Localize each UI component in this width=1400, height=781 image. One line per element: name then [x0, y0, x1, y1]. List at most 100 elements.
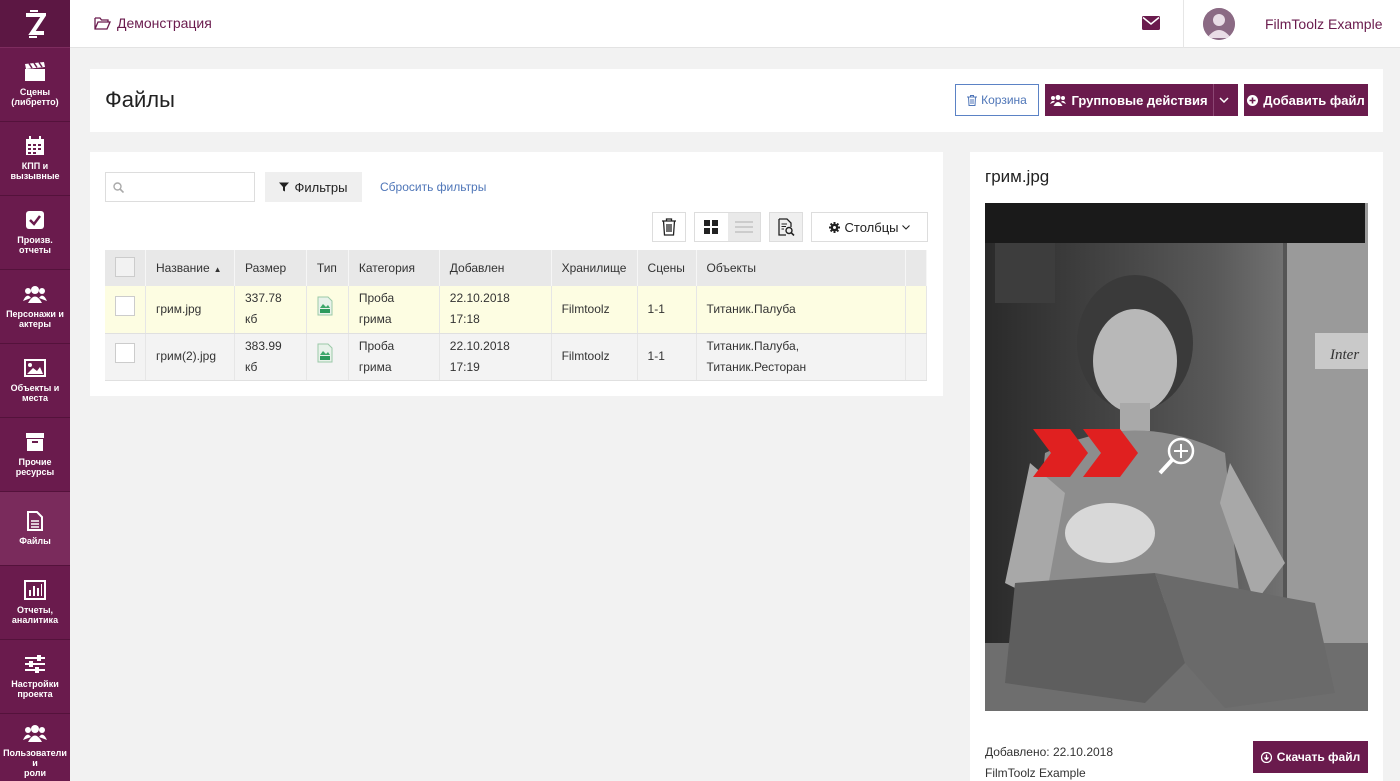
check-square-icon	[26, 211, 44, 229]
search-icon	[113, 182, 124, 193]
sidebar-item-label: Файлы	[19, 536, 51, 546]
column-header-extra	[905, 250, 928, 286]
sidebar-item-objects[interactable]: Объекты и места	[0, 344, 70, 418]
sort-asc-icon: ▲	[213, 265, 222, 274]
sidebar-item-label: Настройки проекта	[11, 679, 59, 699]
sidebar-item-label: Отчеты, аналитика	[11, 605, 59, 625]
sidebar-item-reports-prod[interactable]: Произв. отчеты	[0, 196, 70, 270]
file-preview-panel: грим.jpg Inter Добавлено: 22.10.2018 Fil…	[970, 152, 1383, 781]
sidebar-item-label: Пользователи и роли	[3, 748, 67, 778]
file-objects: Титаник.Палуба	[696, 286, 906, 334]
sidebar-item-label: Персонажи и актеры	[6, 309, 64, 329]
preview-image[interactable]: Inter	[985, 203, 1368, 711]
van-lettering: Inter	[1329, 347, 1359, 363]
column-header-added[interactable]: Добавлен	[439, 250, 552, 286]
column-header-storage[interactable]: Хранилище	[551, 250, 638, 286]
file-size: 337.78 кб	[234, 286, 307, 334]
sidebar-item-files[interactable]: Файлы	[0, 492, 70, 566]
folder-open-icon	[94, 17, 111, 30]
page-header: Файлы Корзина Групповые действия Добавит…	[90, 69, 1383, 132]
user-name[interactable]: FilmToolz Example	[1265, 16, 1382, 32]
column-header-category[interactable]: Категория	[348, 250, 440, 286]
columns-label: Столбцы	[844, 219, 899, 235]
columns-button[interactable]: Столбцы	[811, 212, 928, 242]
file-storage: Filmtoolz	[551, 333, 638, 381]
add-file-button[interactable]: Добавить файл	[1244, 84, 1368, 116]
column-header-name[interactable]: Название ▲	[145, 250, 235, 286]
sidebar-item-kpp[interactable]: КПП и вызывные	[0, 122, 70, 196]
user-avatar-icon	[1203, 8, 1235, 40]
file-name: грим(2).jpg	[145, 333, 235, 381]
download-file-button[interactable]: Скачать файл	[1253, 741, 1368, 773]
files-table: Название ▲ Размер Тип Категория Добавлен …	[105, 250, 928, 381]
breadcrumb-project[interactable]: Демонстрация	[94, 15, 212, 31]
preview-author: FilmToolz Example	[985, 766, 1086, 780]
photo-illustration: Inter	[985, 203, 1368, 711]
sidebar-item-other-resources[interactable]: Прочие ресурсы	[0, 418, 70, 492]
list-view-button[interactable]	[727, 213, 760, 241]
users-icon	[23, 725, 47, 742]
preview-title: грим.jpg	[985, 167, 1050, 186]
row-extra	[905, 333, 928, 381]
group-actions-button[interactable]: Групповые действия	[1045, 84, 1213, 116]
column-header-type[interactable]: Тип	[306, 250, 349, 286]
file-name: грим.jpg	[145, 286, 235, 334]
messages-button[interactable]	[1142, 16, 1160, 33]
search-input[interactable]	[130, 173, 250, 201]
grid-view-button[interactable]	[695, 213, 728, 241]
file-size: 383.99 кб	[234, 333, 307, 381]
jpg-file-icon	[317, 343, 333, 363]
delete-selected-button[interactable]	[652, 212, 686, 242]
select-all-cell	[105, 250, 146, 286]
table-row[interactable]: грим(2).jpg 383.99 кб Проба грима 22.10.…	[105, 333, 928, 381]
filters-button[interactable]: Фильтры	[265, 172, 362, 202]
files-panel: Фильтры Сбросить фильтры Столбцы Названи…	[90, 152, 943, 396]
column-header-size[interactable]: Размер	[234, 250, 307, 286]
row-checkbox[interactable]	[115, 343, 135, 363]
sidebar-item-characters[interactable]: Персонажи и актеры	[0, 270, 70, 344]
trash-icon	[967, 94, 978, 106]
grid-icon	[704, 220, 719, 234]
chevron-down-icon	[1218, 97, 1229, 103]
table-row[interactable]: грим.jpg 337.78 кб Проба грима 22.10.201…	[105, 286, 928, 334]
trash-button[interactable]: Корзина	[955, 84, 1039, 116]
sliders-icon	[25, 655, 45, 673]
reset-filters-link[interactable]: Сбросить фильтры	[380, 180, 486, 194]
search-box	[105, 172, 255, 202]
group-actions-toggle[interactable]	[1213, 84, 1238, 116]
preview-toggle-button[interactable]	[769, 212, 803, 242]
sidebar-item-label: КПП и вызывные	[10, 161, 60, 181]
column-header-label: Название	[156, 261, 210, 275]
chevron-down-icon	[902, 224, 911, 230]
topbar: Демонстрация FilmToolz Example	[70, 0, 1400, 48]
sidebar-item-scenes[interactable]: Сцены (либретто)	[0, 48, 70, 122]
trash-icon	[662, 218, 676, 236]
sidebar-item-users-roles[interactable]: Пользователи и роли	[0, 714, 70, 781]
file-category: Проба грима	[348, 333, 440, 381]
column-header-scenes[interactable]: Сцены	[637, 250, 697, 286]
page-title: Файлы	[105, 87, 175, 112]
avatar[interactable]	[1203, 8, 1235, 40]
envelope-icon	[1142, 16, 1160, 30]
app-logo[interactable]	[0, 0, 70, 48]
users-icon	[1050, 95, 1067, 106]
preview-meta: Добавлено: 22.10.2018 FilmToolz Example	[985, 742, 1113, 781]
bar-chart-icon	[24, 580, 46, 600]
row-extra	[905, 286, 928, 334]
file-icon	[27, 511, 43, 531]
file-added: 22.10.2018 17:18	[439, 286, 552, 334]
select-all-checkbox[interactable]	[115, 256, 135, 277]
column-header-objects[interactable]: Объекты	[696, 250, 906, 286]
calendar-icon	[26, 136, 44, 155]
filters-label: Фильтры	[294, 179, 348, 195]
group-actions-dropdown: Групповые действия	[1045, 84, 1238, 116]
sidebar-item-analytics[interactable]: Отчеты, аналитика	[0, 566, 70, 640]
image-icon	[24, 359, 46, 377]
row-checkbox[interactable]	[115, 295, 135, 316]
file-added: 22.10.2018 17:19	[439, 333, 552, 381]
breadcrumb-label: Демонстрация	[117, 15, 212, 31]
sidebar-item-label: Произв. отчеты	[17, 235, 53, 255]
file-scenes: 1-1	[637, 286, 697, 334]
logo-icon	[26, 9, 46, 38]
sidebar-item-project-settings[interactable]: Настройки проекта	[0, 640, 70, 714]
